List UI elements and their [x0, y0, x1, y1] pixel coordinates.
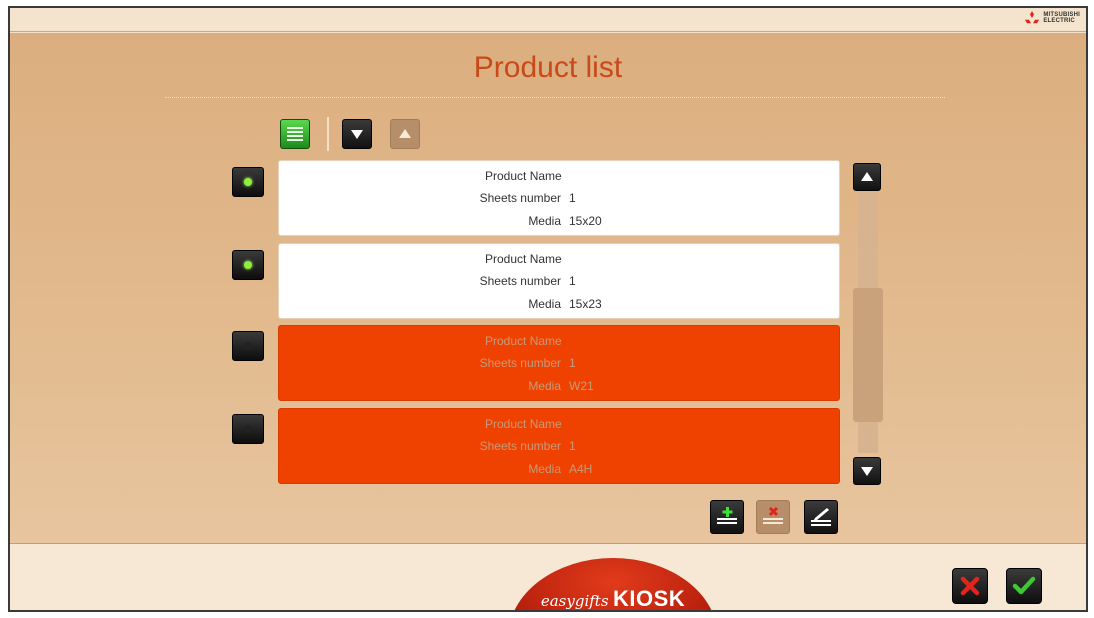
product-name-label: Product Name	[485, 417, 562, 431]
scrollbar-thumb[interactable]	[853, 288, 883, 422]
product-name-label: Product Name	[485, 169, 562, 183]
edit-product-button[interactable]	[804, 500, 838, 534]
mitsubishi-logo: MITSUBISHI ELECTRIC	[1024, 11, 1080, 25]
easygifts-kiosk-logo: easygifts KIOSK	[508, 558, 718, 611]
main-panel: Product list Product Name Sheets number 1…	[10, 33, 1086, 543]
footer-bar: easygifts KIOSK	[10, 543, 1086, 611]
sheets-value: 1	[569, 356, 576, 370]
scroll-up-button[interactable]	[853, 163, 881, 191]
confirm-button[interactable]	[1006, 568, 1042, 604]
checkmark-icon	[1012, 576, 1036, 595]
edit-product-icon	[811, 508, 831, 526]
logo-line-2: ELECTRIC	[1043, 18, 1075, 24]
remove-product-button[interactable]	[756, 500, 790, 534]
inactive-dot-icon	[244, 342, 252, 350]
brand-suffix: KIOSK	[612, 586, 686, 611]
cancel-button[interactable]	[952, 568, 988, 604]
add-product-icon	[717, 507, 737, 524]
arrow-up-icon	[399, 129, 411, 138]
sheets-label: Sheets number	[479, 274, 561, 288]
media-value: 15x20	[569, 214, 602, 228]
sheets-value: 1	[569, 274, 576, 288]
close-icon	[960, 576, 980, 596]
page-title: Product list	[473, 51, 623, 84]
media-label: Media	[528, 297, 561, 311]
inactive-dot-icon	[244, 425, 252, 433]
sheets-label: Sheets number	[479, 439, 561, 453]
active-dot-icon	[244, 178, 252, 186]
brand-prefix: easygifts	[540, 592, 609, 610]
media-label: Media	[528, 462, 561, 476]
top-bar: MITSUBISHI ELECTRIC	[10, 8, 1086, 32]
product-toggle[interactable]	[232, 167, 264, 197]
media-value: W21	[569, 379, 594, 393]
scroll-down-button[interactable]	[853, 457, 881, 485]
toolbar-separator	[327, 117, 329, 151]
sheets-value: 1	[569, 439, 576, 453]
add-product-button[interactable]	[710, 500, 744, 534]
remove-product-icon	[763, 506, 783, 524]
media-label: Media	[528, 379, 561, 393]
sheets-label: Sheets number	[479, 356, 561, 370]
mitsubishi-diamonds-icon	[1025, 11, 1040, 24]
product-row[interactable]: Product Name Sheets number 1 Media 15x23	[278, 243, 840, 319]
arrow-up-icon	[861, 172, 873, 181]
product-toggle[interactable]	[232, 331, 264, 361]
list-view-icon	[287, 127, 303, 141]
media-value: A4H	[569, 462, 593, 476]
product-name-label: Product Name	[485, 334, 562, 348]
sheets-value: 1	[569, 191, 576, 205]
product-row[interactable]: Product Name Sheets number 1 Media A4H	[278, 408, 840, 484]
media-label: Media	[528, 214, 561, 228]
move-down-button[interactable]	[342, 119, 372, 149]
move-up-button[interactable]	[390, 119, 420, 149]
product-row[interactable]: Product Name Sheets number 1 Media W21	[278, 325, 840, 401]
active-dot-icon	[244, 261, 252, 269]
app-window: MITSUBISHI ELECTRIC Product list Product…	[8, 6, 1088, 612]
media-value: 15x23	[569, 297, 602, 311]
title-divider	[165, 97, 945, 98]
product-name-label: Product Name	[485, 252, 562, 266]
product-toggle[interactable]	[232, 414, 264, 444]
arrow-down-icon	[351, 130, 363, 139]
product-row[interactable]: Product Name Sheets number 1 Media 15x20	[278, 160, 840, 236]
arrow-down-icon	[861, 467, 873, 476]
sheets-label: Sheets number	[479, 191, 561, 205]
product-toggle[interactable]	[232, 250, 264, 280]
select-all-button[interactable]	[280, 119, 310, 149]
